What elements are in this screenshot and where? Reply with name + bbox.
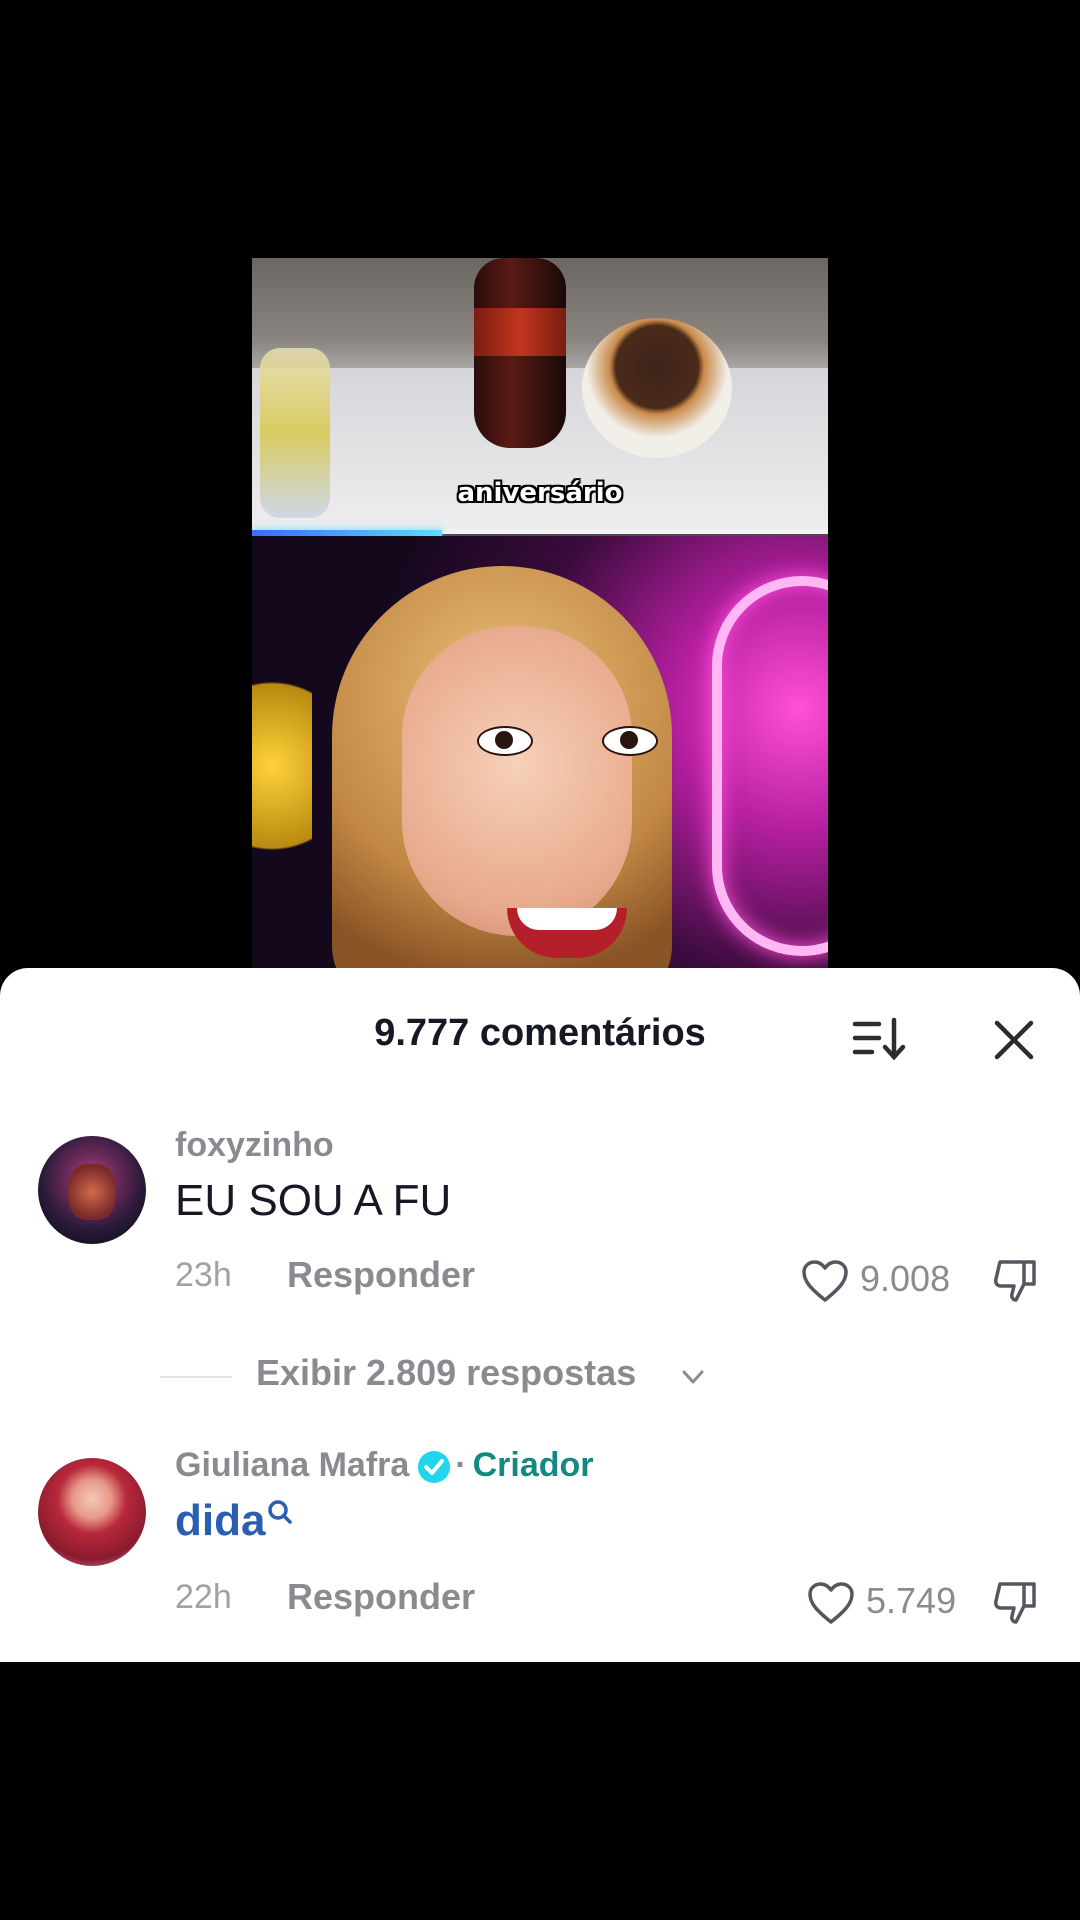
like-count: 9.008: [860, 1258, 951, 1299]
dislike-icon[interactable]: [990, 1578, 1040, 1628]
person-face: [402, 626, 632, 936]
reply-button[interactable]: Responder: [287, 1576, 475, 1618]
comment-username-row: Giuliana Mafra · Criador: [175, 1446, 594, 1485]
comment-search-link[interactable]: dida: [175, 1496, 265, 1545]
heart-icon[interactable]: [800, 1258, 850, 1304]
comments-count-title: 9.777 comentários: [374, 1012, 706, 1054]
cake: [582, 318, 732, 458]
person-eye-left: [477, 726, 533, 756]
person-eye-right: [602, 726, 658, 756]
chevron-down-icon: [682, 1370, 704, 1384]
video-player[interactable]: aniversário: [252, 258, 828, 968]
video-bottom-clip: [252, 536, 828, 968]
view-replies-label[interactable]: Exibir 2.809 respostas: [256, 1352, 636, 1394]
neon-sign: [712, 576, 828, 956]
close-icon[interactable]: [992, 1018, 1036, 1062]
comment-text-row: dida: [175, 1496, 295, 1546]
comment-time: 22h: [175, 1578, 232, 1616]
separator-dot: ·: [455, 1446, 467, 1484]
avatar[interactable]: [38, 1136, 146, 1244]
creator-badge: Criador: [472, 1446, 594, 1484]
yellow-light: [252, 656, 312, 876]
replies-divider-line: [160, 1376, 232, 1378]
like-count: 5.749: [866, 1580, 957, 1621]
comment-text: EU SOU A FU: [175, 1176, 452, 1225]
heart-icon[interactable]: [806, 1580, 856, 1626]
video-caption: aniversário: [457, 478, 623, 508]
avatar[interactable]: [38, 1458, 146, 1566]
comments-sheet: 9.777 comentários foxyzinho EU SOU A FU …: [0, 968, 1080, 1662]
comment-username[interactable]: Giuliana Mafra: [175, 1446, 409, 1484]
soda-bottle: [474, 258, 566, 448]
comments-header: 9.777 comentários: [0, 968, 1080, 1088]
search-icon[interactable]: [265, 1498, 295, 1528]
comment-username[interactable]: foxyzinho: [175, 1126, 334, 1165]
comment-time: 23h: [175, 1256, 232, 1294]
video-top-clip: aniversário: [252, 258, 828, 534]
reply-button[interactable]: Responder: [287, 1254, 475, 1296]
sort-icon[interactable]: [852, 1016, 908, 1062]
verified-badge-icon: [418, 1451, 451, 1484]
view-replies-button[interactable]: Exibir 2.809 respostas: [0, 1352, 1080, 1402]
dislike-icon[interactable]: [990, 1256, 1040, 1306]
